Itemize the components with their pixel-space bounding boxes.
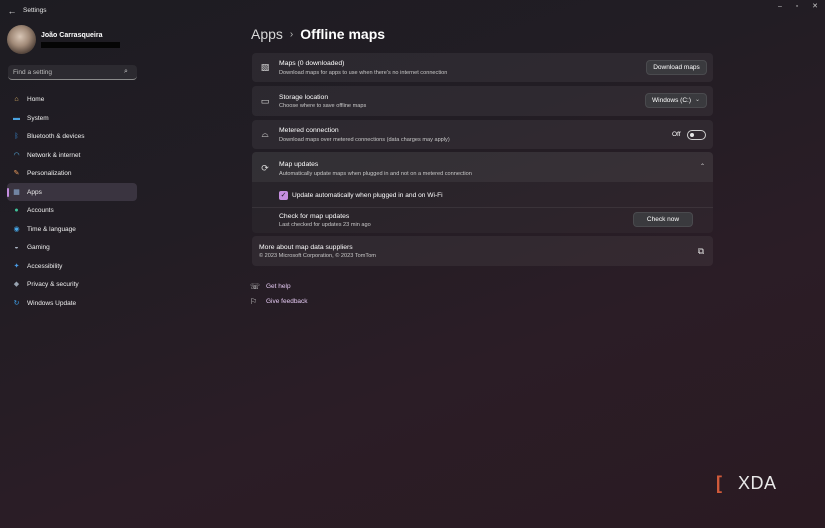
sidebar-item-label: Accounts: [27, 207, 54, 214]
apps-icon: ▦: [13, 188, 20, 196]
maps-card: ▧ Maps (0 downloaded) Download maps for …: [252, 53, 713, 82]
check-updates-title: Check for map updates: [279, 213, 350, 220]
chevron-down-icon: ⌄: [694, 97, 700, 103]
auto-update-checkbox[interactable]: ✓: [279, 191, 288, 200]
sidebar-item-windows-update[interactable]: ↻ Windows Update: [7, 294, 137, 313]
avatar[interactable]: [7, 25, 36, 54]
maps-subtitle: Download maps for apps to use when there…: [279, 70, 448, 76]
map-icon: ▧: [260, 62, 270, 72]
shield-icon: ◆: [13, 281, 20, 288]
feedback-icon: ⚐: [250, 297, 258, 306]
redacted-email: [41, 42, 120, 48]
download-maps-button[interactable]: Download maps: [646, 60, 707, 75]
sidebar-item-network-internet[interactable]: ◠ Network & internet: [7, 146, 137, 165]
sidebar-item-label: Bluetooth & devices: [27, 133, 85, 140]
selection-indicator: [7, 187, 9, 197]
storage-subtitle: Choose where to save offline maps: [279, 103, 367, 109]
external-link-icon: ⧉: [697, 246, 705, 256]
storage-title: Storage location: [279, 94, 329, 101]
minimize-icon[interactable]: –: [773, 2, 787, 12]
sidebar-item-apps[interactable]: ▦ Apps: [7, 182, 137, 201]
close-icon[interactable]: ✕: [808, 2, 822, 12]
accounts-icon: ●: [14, 207, 19, 214]
metered-subtitle: Download maps over metered connections (…: [279, 137, 450, 143]
check-updates-subtitle: Last checked for updates 23 min ago: [279, 222, 371, 228]
sidebar-item-label: Network & internet: [27, 151, 81, 159]
sidebar-item-time-language[interactable]: ◉ Time & language: [7, 220, 137, 239]
sidebar-item-system[interactable]: ▬ System: [7, 109, 137, 128]
search-input[interactable]: Find a setting ⌕: [8, 65, 137, 80]
sync-icon: ⟳: [261, 163, 269, 173]
window-title: Settings: [23, 7, 47, 14]
sidebar-item-label: Gaming: [27, 244, 50, 251]
bluetooth-icon: ᛒ: [14, 133, 19, 140]
map-updates-title: Map updates: [279, 161, 319, 168]
sidebar-item-label: Apps: [27, 188, 42, 196]
suppliers-title: More about map data suppliers: [259, 244, 353, 251]
globe-icon: ◉: [13, 225, 20, 233]
metered-toggle[interactable]: [687, 130, 706, 140]
back-arrow-icon[interactable]: ←: [6, 5, 18, 17]
sidebar-item-label: Home: [27, 96, 45, 103]
breadcrumb: Apps › Offline maps: [251, 26, 385, 42]
xda-logo-text: XDA: [738, 473, 777, 493]
map-updates-subtitle: Automatically update maps when plugged i…: [279, 171, 472, 177]
sidebar-item-privacy-security[interactable]: ◆ Privacy & security: [7, 275, 137, 294]
sidebar-item-bluetooth-devices[interactable]: ᛒ Bluetooth & devices: [7, 127, 137, 146]
sidebar-item-personalization[interactable]: ✎ Personalization: [7, 164, 137, 183]
xda-logo: [ XDA: [716, 472, 796, 494]
user-name: João Carrasqueira: [41, 32, 103, 39]
accessibility-icon: ✦: [13, 262, 20, 270]
chevron-up-icon[interactable]: ⌃: [700, 163, 705, 170]
metered-card: ⌓ Metered connection Download maps over …: [252, 120, 713, 149]
auto-update-label[interactable]: Update automatically when plugged in and…: [292, 192, 443, 199]
sidebar-item-label: Accessibility: [27, 262, 63, 270]
sidebar-item-home[interactable]: ⌂ Home: [7, 90, 137, 109]
breadcrumb-parent[interactable]: Apps: [251, 26, 283, 42]
search-placeholder: Find a setting: [13, 69, 53, 76]
page-title: Offline maps: [300, 26, 386, 42]
help-icon: ☏: [250, 282, 261, 291]
maximize-icon[interactable]: ▫: [790, 2, 804, 12]
wifi-icon: ◠: [13, 151, 20, 159]
storage-location-dropdown[interactable]: Windows (C:) ⌄: [645, 93, 707, 108]
suppliers-copyright: © 2023 Microsoft Corporation, © 2023 Tom…: [259, 253, 376, 259]
toggle-knob: [690, 133, 694, 137]
get-help-label: Get help: [266, 283, 291, 290]
sidebar-item-label: Privacy & security: [27, 281, 79, 288]
metered-toggle-state: Off: [672, 131, 681, 138]
brush-icon: ✎: [13, 170, 20, 177]
sidebar-nav: ⌂ Home ▬ System ᛒ Bluetooth & devices ◠ Network…: [7, 90, 137, 312]
sidebar-item-label: Personalization: [27, 170, 72, 177]
meter-icon: ⌓: [261, 129, 269, 139]
storage-card: ▭ Storage location Choose where to save …: [252, 86, 713, 116]
map-updates-header[interactable]: ⟳ Map updates Automatically update maps …: [252, 152, 713, 182]
xda-logo-bracket: [: [716, 473, 722, 493]
metered-title: Metered connection: [279, 127, 339, 134]
sidebar-item-label: Windows Update: [27, 299, 77, 307]
gamepad-icon: ◒: [14, 244, 19, 251]
give-feedback-label: Give feedback: [266, 298, 308, 305]
folder-icon: ▭: [260, 96, 270, 106]
search-icon: ⌕: [124, 68, 128, 75]
title-bar: ← Settings – ▫ ✕: [0, 0, 825, 22]
sidebar-item-gaming[interactable]: ◒ Gaming: [7, 238, 137, 257]
update-icon: ↻: [13, 299, 20, 307]
maps-title: Maps (0 downloaded): [279, 60, 345, 67]
map-suppliers-link[interactable]: More about map data suppliers © 2023 Mic…: [252, 236, 713, 266]
check-now-button[interactable]: Check now: [633, 212, 693, 227]
storage-location-value: Windows (C:): [652, 97, 692, 104]
sidebar-item-label: System: [27, 114, 49, 122]
sidebar-item-label: Time & language: [27, 225, 76, 233]
home-icon: ⌂: [14, 96, 19, 103]
system-icon: ▬: [13, 114, 20, 122]
sidebar-item-accounts[interactable]: ● Accounts: [7, 201, 137, 220]
sidebar-item-accessibility[interactable]: ✦ Accessibility: [7, 257, 137, 276]
breadcrumb-chevron-icon: ›: [289, 29, 294, 40]
divider: [252, 207, 713, 208]
